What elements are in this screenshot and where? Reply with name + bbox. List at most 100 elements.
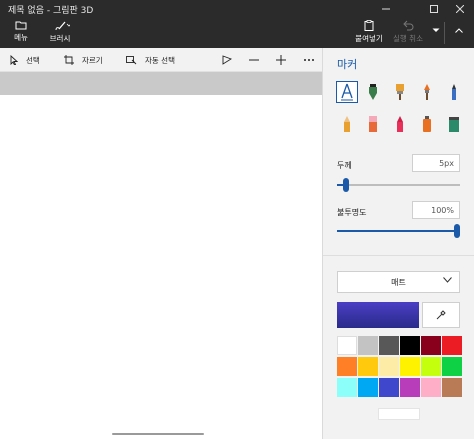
spray-can-icon xyxy=(423,116,431,132)
maximize-button[interactable] xyxy=(422,0,446,18)
pixel-pen-icon xyxy=(452,84,456,100)
title-bar: 제목 없음 - 그림판 3D 메뉴 브러시 붙여넣기 실행 취소 xyxy=(0,0,474,48)
minus-icon xyxy=(249,59,259,61)
pixel-pen-button[interactable] xyxy=(443,81,465,103)
chevron-up-icon xyxy=(455,28,463,33)
zoom-out-button[interactable] xyxy=(249,48,267,72)
pencil-brush-button[interactable] xyxy=(336,113,358,135)
select-tool-button[interactable]: 선택 xyxy=(10,48,40,72)
watercolor-brush-button[interactable] xyxy=(416,81,438,103)
brush-panel: 마커 두께 5px 불투명도 100% 매트 xyxy=(322,48,474,439)
fill-bucket-button[interactable] xyxy=(443,113,465,135)
undo-label: 실행 취소 xyxy=(393,34,423,43)
palette-swatch[interactable] xyxy=(400,357,420,376)
menu-label: 메뉴 xyxy=(14,33,28,42)
oil-brush-button[interactable] xyxy=(389,81,411,103)
canvas-toolbar: 선택 자르기 자동 선택 xyxy=(0,48,322,72)
window-title: 제목 없음 - 그림판 3D xyxy=(8,6,94,16)
paste-button[interactable]: 붙여넣기 xyxy=(354,20,384,46)
palette-swatch[interactable] xyxy=(400,336,420,355)
calligraphy-pen-icon xyxy=(369,84,377,100)
minimize-icon xyxy=(382,8,390,10)
close-icon xyxy=(456,5,464,13)
menu-button[interactable]: 메뉴 xyxy=(10,20,32,46)
spray-can-button[interactable] xyxy=(416,113,438,135)
opacity-label: 불투명도 xyxy=(337,208,367,217)
magic-select-label: 자동 선택 xyxy=(145,55,175,65)
minimize-button[interactable] xyxy=(374,0,398,18)
workspace-background xyxy=(0,72,322,95)
undo-button[interactable]: 실행 취소 xyxy=(393,20,423,46)
palette-swatch[interactable] xyxy=(421,336,441,355)
palette-swatch[interactable] xyxy=(337,378,357,397)
watercolor-brush-icon xyxy=(424,84,430,100)
palette-swatch[interactable] xyxy=(442,378,462,397)
more-icon xyxy=(304,59,314,61)
palette-swatch[interactable] xyxy=(358,378,378,397)
brush-menu-button[interactable]: 브러시 xyxy=(45,20,75,46)
thickness-input[interactable]: 5px xyxy=(412,154,460,172)
finish-label: 매트 xyxy=(391,277,406,287)
palette-swatch[interactable] xyxy=(421,378,441,397)
plus-icon xyxy=(276,55,286,65)
palette-swatch[interactable] xyxy=(442,336,462,355)
opacity-input[interactable]: 100% xyxy=(412,201,460,219)
current-color-swatch[interactable] xyxy=(337,302,419,328)
brush-label: 브러시 xyxy=(49,34,71,43)
eraser-icon xyxy=(369,116,377,132)
thickness-slider-track[interactable] xyxy=(337,184,460,186)
drawing-canvas[interactable] xyxy=(0,95,322,439)
palette-swatch[interactable] xyxy=(358,357,378,376)
paste-icon xyxy=(364,20,374,31)
maximize-icon xyxy=(430,5,438,13)
panel-divider xyxy=(323,255,474,256)
crayon-brush-button[interactable] xyxy=(389,113,411,135)
eyedropper-button[interactable] xyxy=(422,302,460,328)
folder-icon xyxy=(15,21,27,30)
pencil-icon xyxy=(344,116,350,132)
crayon-icon xyxy=(397,116,403,132)
workspace xyxy=(0,72,322,439)
opacity-slider-thumb[interactable] xyxy=(454,224,460,238)
palette-swatch[interactable] xyxy=(400,378,420,397)
crop-label: 자르기 xyxy=(82,55,103,65)
palette-swatch[interactable] xyxy=(379,378,399,397)
select-label: 선택 xyxy=(26,55,40,65)
close-button[interactable] xyxy=(448,0,472,18)
view-3d-icon xyxy=(222,55,232,65)
palette-swatch[interactable] xyxy=(337,336,357,355)
palette-swatch[interactable] xyxy=(421,357,441,376)
zoom-in-button[interactable] xyxy=(276,48,294,72)
chevron-down-icon xyxy=(443,277,452,283)
thickness-slider-thumb[interactable] xyxy=(342,178,349,192)
paste-label: 붙여넣기 xyxy=(355,34,383,43)
calligraphy-pen-button[interactable] xyxy=(362,81,384,103)
finish-dropdown[interactable]: 매트 xyxy=(337,271,460,293)
marker-brush-button[interactable] xyxy=(336,81,358,103)
thickness-label: 두께 xyxy=(337,161,352,170)
crop-icon xyxy=(64,55,74,65)
oil-brush-icon xyxy=(396,84,404,100)
brush-icon xyxy=(55,21,70,31)
palette-swatch[interactable] xyxy=(358,336,378,355)
eyedropper-icon xyxy=(436,310,446,320)
custom-color-slot[interactable] xyxy=(378,408,420,420)
divider xyxy=(444,22,445,44)
horizontal-scrollbar[interactable] xyxy=(112,433,204,435)
cursor-arrow-icon xyxy=(10,55,18,65)
crop-tool-button[interactable]: 자르기 xyxy=(64,48,103,72)
marker-icon xyxy=(341,83,353,101)
more-options-button[interactable] xyxy=(303,48,323,72)
palette-swatch[interactable] xyxy=(442,357,462,376)
palette-swatch[interactable] xyxy=(337,357,357,376)
eraser-brush-button[interactable] xyxy=(362,113,384,135)
magic-select-icon xyxy=(126,56,137,65)
chevron-down-icon xyxy=(432,28,440,32)
magic-select-button[interactable]: 자동 선택 xyxy=(126,48,175,72)
fill-bucket-icon xyxy=(449,117,459,132)
opacity-slider-fill xyxy=(337,230,457,232)
toggle-3d-view-button[interactable] xyxy=(222,48,240,72)
panel-title: 마커 xyxy=(337,58,358,71)
palette-swatch[interactable] xyxy=(379,336,399,355)
palette-swatch[interactable] xyxy=(379,357,399,376)
